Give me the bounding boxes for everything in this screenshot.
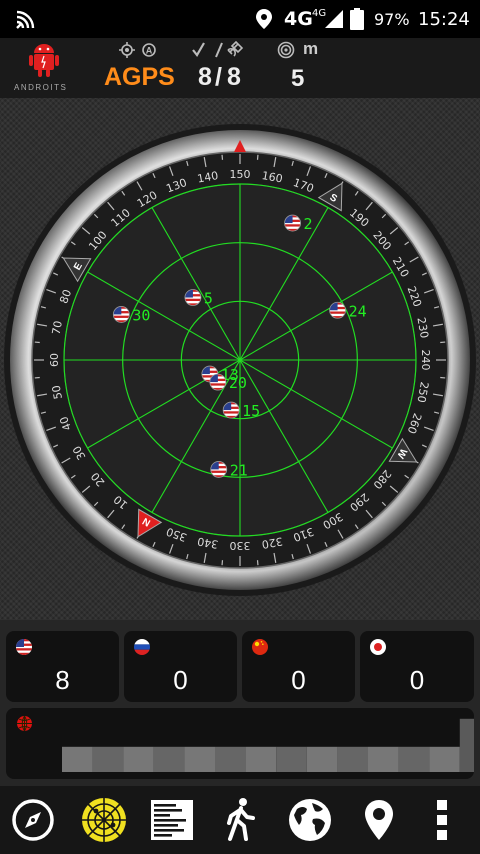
walk-icon: [227, 798, 255, 841]
signal-bar-chart: [62, 718, 474, 772]
walk-button[interactable]: [212, 792, 268, 848]
russia-flag-icon: [134, 639, 150, 655]
location-icon: [255, 0, 273, 38]
glonass-count: 0: [173, 665, 188, 695]
location-pin-icon: [365, 800, 393, 840]
signal-bar: [429, 746, 460, 772]
satellite-id: 30: [132, 306, 150, 324]
signal-bar: [92, 746, 124, 772]
satellite-marker[interactable]: 20: [209, 373, 247, 392]
location-button[interactable]: [351, 792, 407, 848]
compass-degree-label: 70: [50, 320, 65, 336]
gps-mode: AGPS: [104, 63, 175, 91]
japan-flag-icon: [370, 639, 386, 655]
svg-text:A: A: [146, 46, 153, 56]
more-vert-icon: [437, 800, 447, 840]
satellite-marker[interactable]: 15: [222, 401, 260, 420]
satellites-total: 8: [227, 63, 241, 91]
more-options-button[interactable]: [414, 792, 470, 848]
sky-radar: 1020304050607080100110120130 140 150 160 170…: [4, 124, 476, 596]
satellites-used-icon: [190, 40, 250, 64]
clock: 15:24: [418, 8, 470, 30]
gps-count-panel: 8: [6, 631, 119, 702]
signal-list-icon: [151, 800, 193, 840]
signal-bar: [62, 746, 93, 772]
satellite-id: 2: [304, 215, 313, 233]
china-flag-icon: [252, 639, 268, 655]
battery-icon: [350, 0, 364, 38]
usa-flag-icon: [16, 639, 32, 655]
signal-bar: [459, 718, 474, 772]
compass-degree-label: 240: [419, 350, 432, 371]
beidou-count: 0: [291, 665, 306, 695]
gps-fix-icon: A: [118, 41, 158, 63]
android-logo-icon: [26, 42, 62, 82]
signal-bar: [398, 746, 430, 772]
signal-bar: [184, 746, 215, 772]
globe-icon: [289, 799, 331, 841]
qzss-count: 0: [409, 665, 425, 695]
accuracy-icon: [277, 41, 295, 63]
globe-button[interactable]: [282, 792, 338, 848]
signal-bar: [276, 746, 307, 772]
wifi-calling-icon: [14, 0, 38, 38]
satellite-id: 21: [230, 461, 248, 479]
gps-count: 8: [55, 665, 70, 695]
logo-text: ANDROITS: [14, 83, 68, 92]
status-bar: 4G 4G 97% 15:24: [0, 0, 480, 38]
compass-degree-label: 60: [48, 353, 61, 367]
gps-header: ANDROITS A AGPS 8 / 8 m 5: [0, 38, 480, 98]
accuracy-value: 5: [291, 65, 305, 92]
compass-icon: [12, 799, 54, 841]
qzss-count-panel: 0: [360, 631, 474, 702]
constellation-panels: 8 0 0 0: [0, 620, 480, 786]
compass-button[interactable]: [5, 792, 61, 848]
signal-bar: [215, 746, 246, 772]
satellite-marker[interactable]: 30: [112, 306, 150, 324]
satellites-separator: /: [215, 63, 222, 91]
beidou-count-panel: 0: [242, 631, 355, 702]
signal-bar: [153, 746, 185, 772]
satellite-marker[interactable]: 21: [210, 461, 248, 479]
accuracy-unit: m: [303, 39, 319, 58]
signal-bar: [368, 746, 399, 772]
signal-bar: [337, 746, 368, 772]
bottom-navigation: [0, 786, 480, 854]
radar-button[interactable]: [76, 792, 132, 848]
satellites-used: 8: [198, 63, 212, 91]
satellite-id: 24: [349, 302, 367, 320]
compass-degree-label: 330: [230, 539, 251, 552]
satellite-id: 15: [242, 402, 260, 420]
signal-icon: [324, 0, 344, 38]
battery-percent: 97%: [374, 9, 410, 29]
satellite-id: 5: [204, 290, 213, 308]
signal-bar: [123, 746, 154, 772]
radar-view[interactable]: 10 20 30 40 50 60 70 80 100 110 120 130 140 150 160 170…: [0, 98, 480, 620]
compass-degree-label: 150: [230, 168, 251, 181]
network-type: 4G: [284, 8, 313, 30]
satellite-marker[interactable]: 24: [329, 301, 367, 320]
radar-icon: [82, 798, 126, 842]
signal-bar: [245, 746, 277, 772]
glonass-count-panel: 0: [124, 631, 237, 702]
signal-strength-panel: [6, 708, 474, 779]
signal-bar: [306, 746, 338, 772]
compass-degree-label: 50: [50, 384, 65, 400]
satellite-id: 20: [229, 374, 247, 392]
signal-list-button[interactable]: [144, 792, 200, 848]
